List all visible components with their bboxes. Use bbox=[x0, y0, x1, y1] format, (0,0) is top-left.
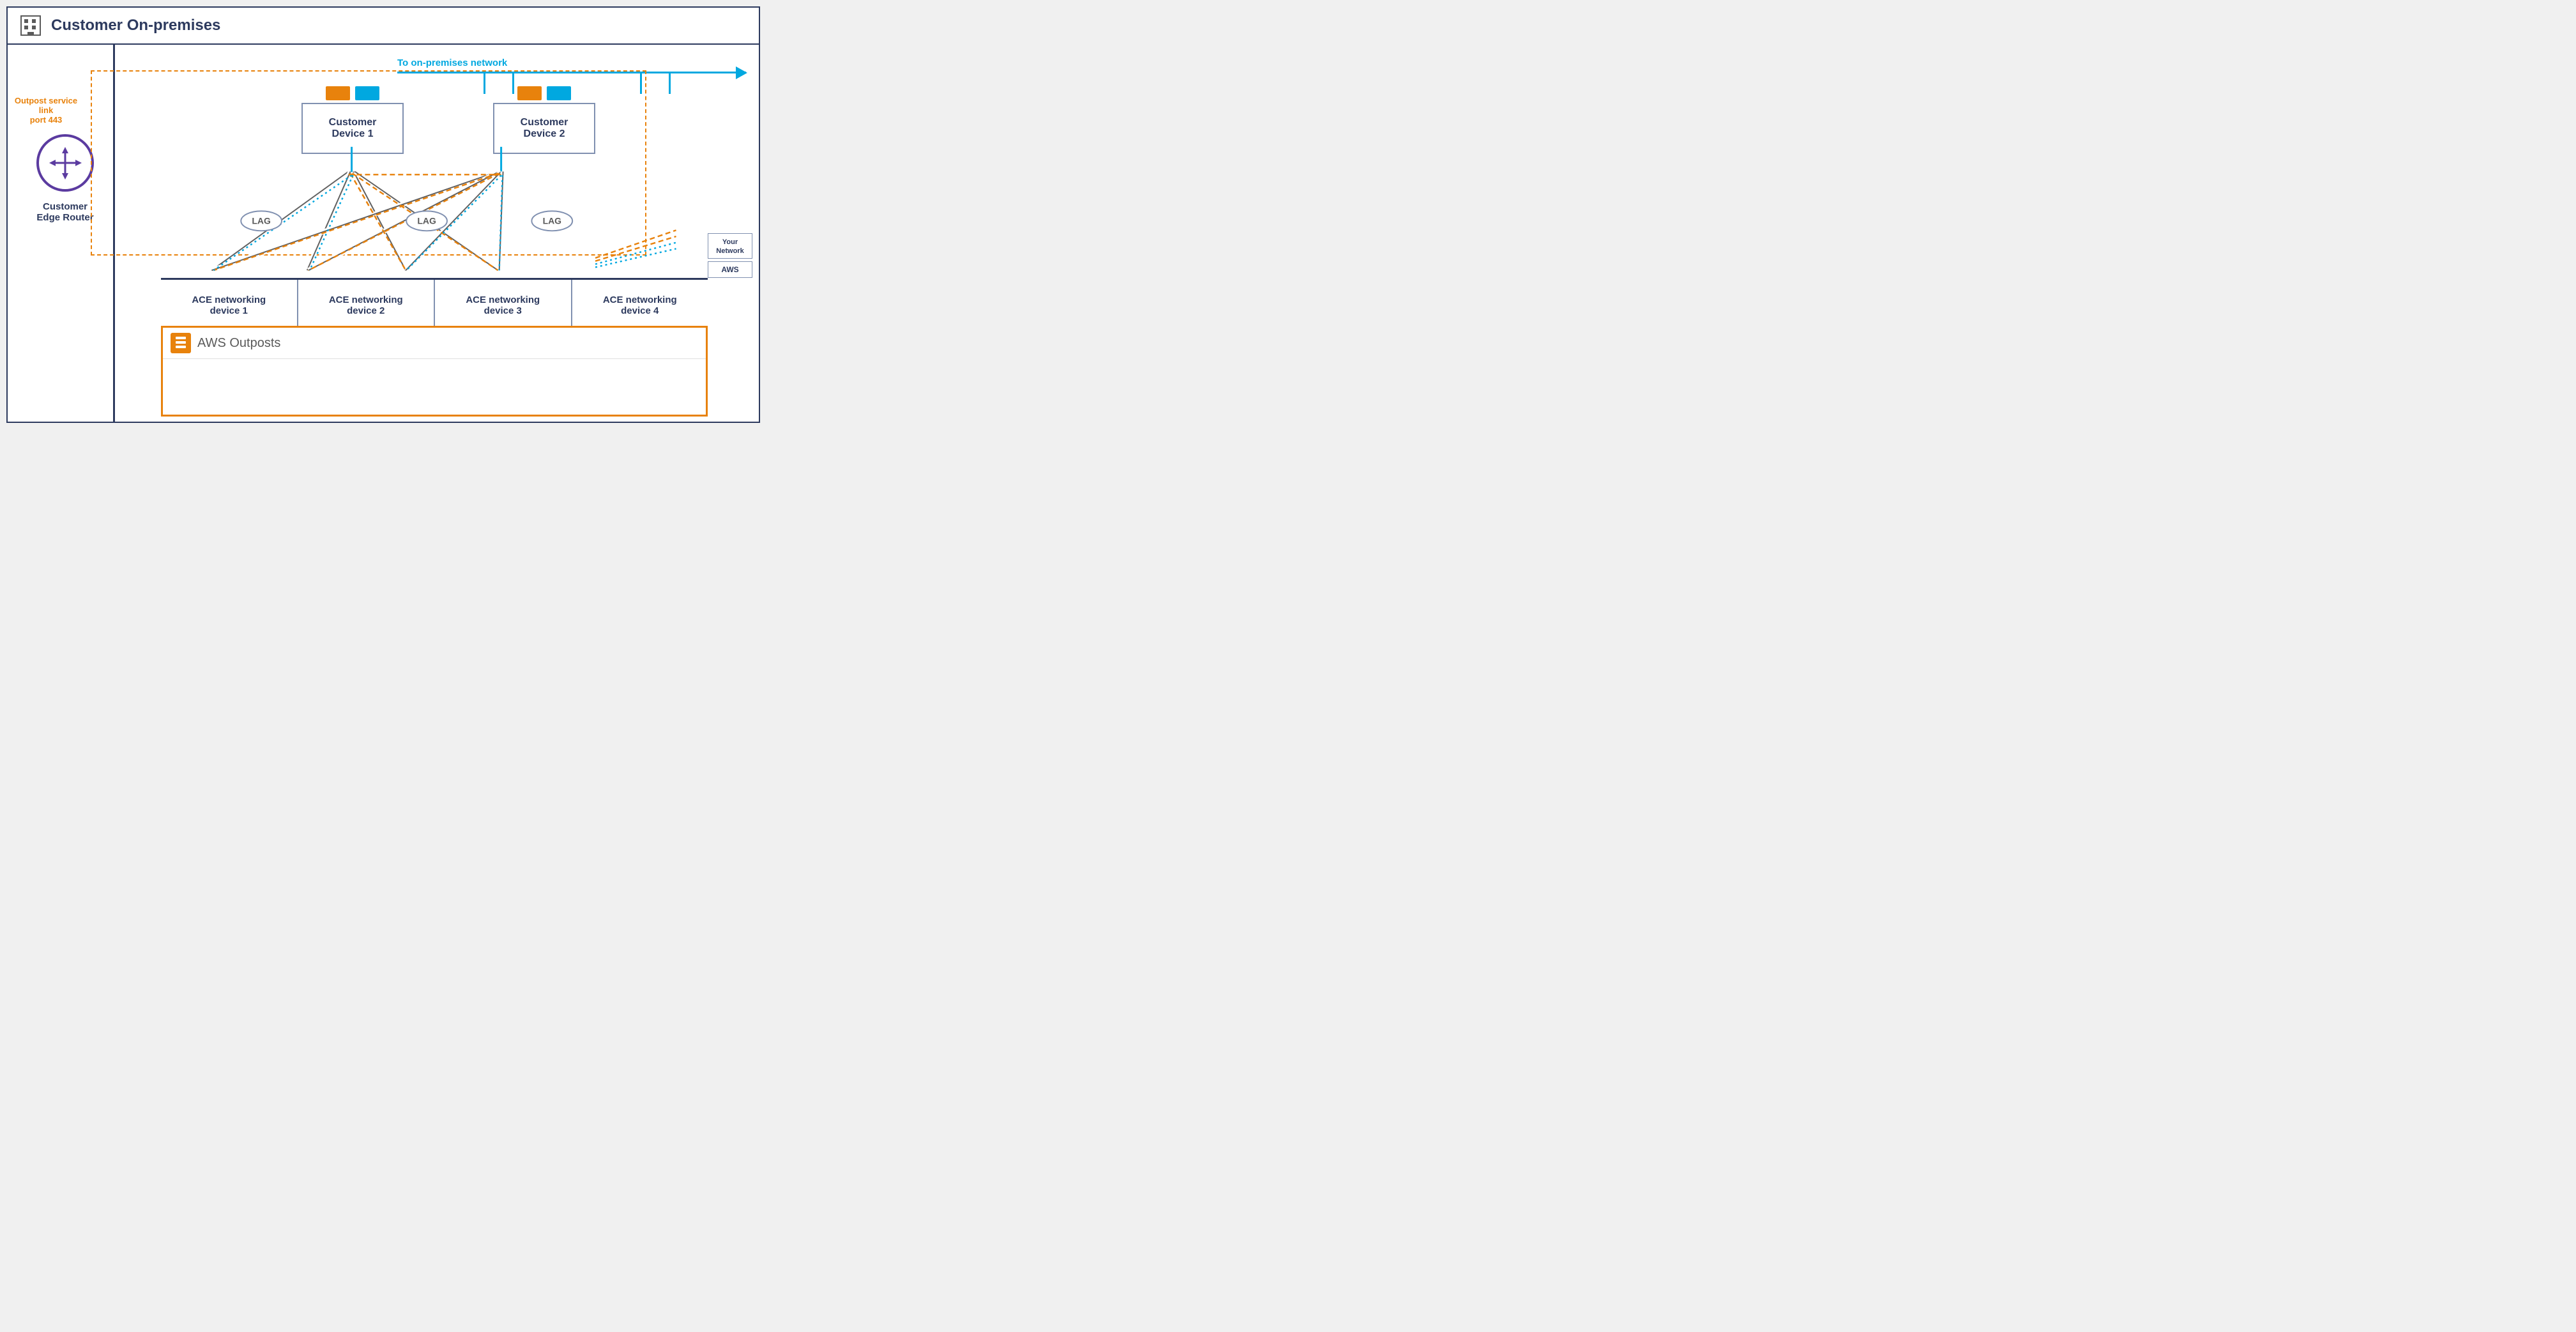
service-link-label: Outpost service link port 443 bbox=[14, 96, 78, 125]
your-network-label: Your Network bbox=[708, 233, 752, 259]
onprem-arrow: To on-premises network bbox=[346, 57, 746, 83]
ace-device-1: ACE networking device 1 bbox=[161, 280, 298, 331]
svg-text:LAG: LAG bbox=[543, 217, 561, 226]
customer-devices-row: Customer Device 1 Customer Device 2 bbox=[301, 86, 595, 154]
device1-port-orange bbox=[326, 86, 350, 100]
page-title: Customer On-premises bbox=[51, 17, 220, 34]
building-icon bbox=[18, 13, 43, 38]
header-bar: Customer On-premises bbox=[8, 8, 759, 45]
device2-port-blue bbox=[547, 86, 571, 100]
device1-ports bbox=[326, 86, 379, 100]
onprem-label: To on-premises network bbox=[397, 57, 507, 68]
outposts-header: AWS Outposts bbox=[163, 328, 706, 359]
ace-devices-row: ACE networking device 1 ACE networking d… bbox=[161, 278, 708, 333]
right-labels: Your Network AWS bbox=[708, 233, 752, 278]
device2-ports bbox=[517, 86, 571, 100]
left-sidebar: Outpost service link port 443 Customer E… bbox=[8, 51, 123, 422]
outposts-icon bbox=[171, 333, 191, 353]
ace-device-2: ACE networking device 2 bbox=[298, 280, 436, 331]
main-diagram: Customer On-premises Outpost service lin… bbox=[6, 6, 760, 423]
main-content: Outpost service link port 443 Customer E… bbox=[8, 45, 759, 422]
customer-device-2: Customer Device 2 bbox=[493, 86, 595, 154]
router-icon bbox=[36, 134, 94, 192]
device1-port-blue bbox=[355, 86, 379, 100]
router-label: Customer Edge Router bbox=[20, 201, 110, 223]
ace-device-3: ACE networking device 3 bbox=[435, 280, 572, 331]
svg-text:LAG: LAG bbox=[417, 217, 436, 226]
onprem-arrowhead bbox=[736, 66, 747, 79]
device2-port-orange bbox=[517, 86, 542, 100]
right-panel: To on-premises network Cus bbox=[123, 51, 759, 422]
device1-box: Customer Device 1 bbox=[301, 103, 404, 154]
onprem-line bbox=[397, 72, 746, 73]
ace-device-4: ACE networking device 4 bbox=[572, 280, 708, 331]
aws-label: AWS bbox=[708, 261, 752, 278]
outposts-section: AWS Outposts bbox=[161, 326, 708, 417]
outposts-title: AWS Outposts bbox=[197, 336, 280, 351]
svg-text:LAG: LAG bbox=[252, 217, 270, 226]
device2-box: Customer Device 2 bbox=[493, 103, 595, 154]
customer-device-1: Customer Device 1 bbox=[301, 86, 404, 154]
